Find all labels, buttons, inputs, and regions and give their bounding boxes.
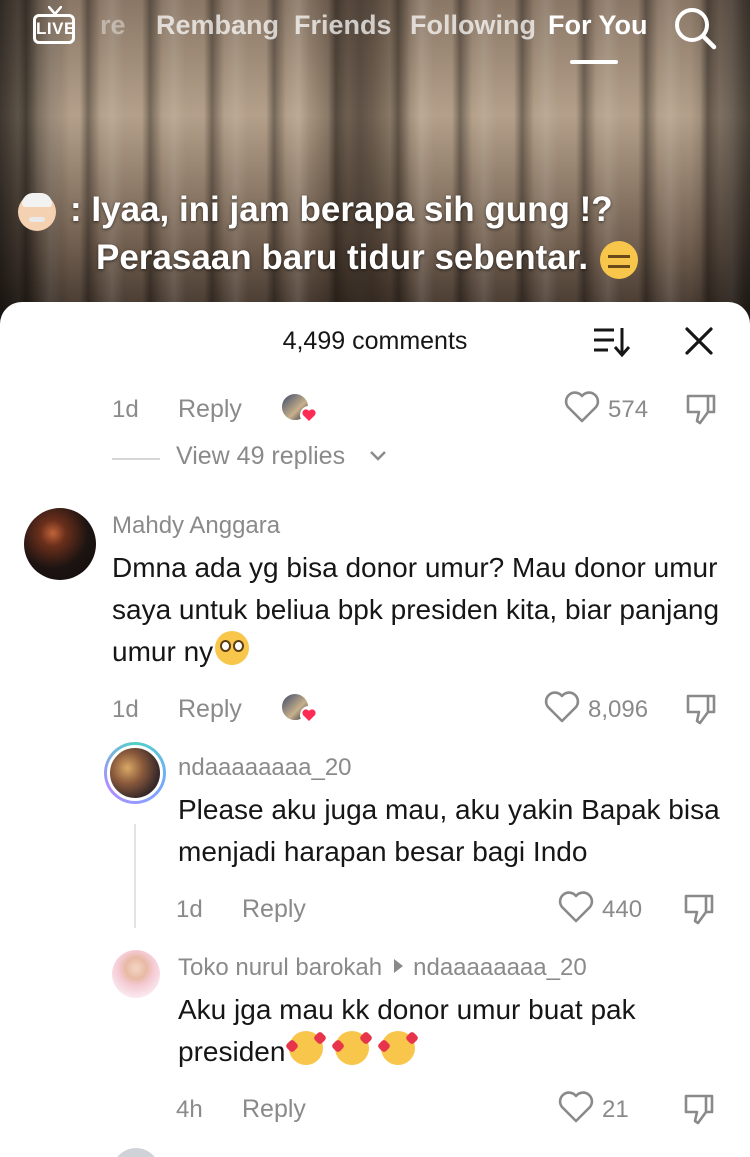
comment-text: Dmna ada yg bisa donor umur? Mau donor u…	[112, 547, 722, 673]
active-tab-indicator	[570, 60, 618, 64]
search-icon[interactable]	[672, 5, 718, 51]
smiling-face-with-hearts-icon	[289, 1031, 324, 1065]
like-count: 440	[602, 896, 643, 923]
avatar[interactable]	[112, 1148, 160, 1157]
dislike-icon[interactable]	[682, 892, 716, 926]
comment-time: 1d	[112, 696, 139, 723]
live-label: LIVE	[36, 19, 76, 38]
like-heart-icon[interactable]	[558, 1090, 594, 1124]
caption-line-1: : Iyaa, ini jam berapa sih gung !?	[18, 190, 613, 231]
caption-text-2: Perasaan baru tidur sebentar.	[96, 238, 589, 277]
creator-liked-badge	[280, 692, 320, 728]
reply-button[interactable]: Reply	[242, 1095, 306, 1124]
top-navigation: LIVE re Rembang Friends Following For Yo…	[0, 0, 750, 70]
comment-text: Please aku juga mau, aku yakin Bapak bis…	[178, 794, 720, 867]
caption-text-1: : Iyaa, ini jam berapa sih gung !?	[70, 190, 613, 229]
close-icon[interactable]	[682, 324, 716, 358]
comment-text-content: Dmna ada yg bisa donor umur? Mau donor u…	[112, 552, 720, 667]
comment-username[interactable]: Toko nurul barokah	[178, 954, 382, 981]
live-icon[interactable]: LIVE	[33, 6, 79, 46]
tab-partial[interactable]: re	[100, 10, 126, 41]
avatar-story-ring[interactable]	[104, 742, 166, 804]
avatar[interactable]	[24, 508, 96, 580]
chevron-down-icon	[370, 451, 386, 461]
comments-count-title: 4,499 comments	[282, 327, 468, 355]
dislike-icon[interactable]	[684, 392, 718, 426]
comment-username[interactable]: Mahdy Anggara	[112, 512, 280, 540]
comment-username[interactable]: ndaaaaaaaa_20	[178, 754, 352, 782]
like-heart-icon[interactable]	[558, 890, 594, 924]
like-count: 21	[602, 1096, 629, 1123]
comment-time: 1d	[176, 896, 203, 923]
tab-for-you[interactable]: For You	[548, 10, 648, 41]
tab-following[interactable]: Following	[410, 10, 536, 41]
comment-time: 1d	[112, 396, 139, 423]
smiling-face-with-hearts-icon	[335, 1031, 370, 1065]
like-count: 574	[608, 396, 649, 423]
divider	[112, 458, 160, 460]
creator-liked-badge	[280, 392, 320, 428]
reply-button[interactable]: Reply	[178, 695, 242, 724]
reply-to-username[interactable]: ndaaaaaaaa_20	[413, 954, 587, 981]
man-emoji-icon	[18, 192, 56, 231]
smiling-face-with-hearts-icon	[380, 1031, 415, 1065]
view-replies-label: View 49 replies	[176, 442, 346, 470]
heart-icon	[300, 706, 318, 724]
dislike-icon[interactable]	[684, 692, 718, 726]
sort-icon[interactable]	[592, 324, 630, 360]
reply-button[interactable]: Reply	[178, 395, 242, 424]
comment-text: Aku jga mau kk donor umur buat pak presi…	[178, 989, 718, 1073]
heart-icon	[300, 406, 318, 424]
like-heart-icon[interactable]	[564, 390, 600, 424]
expressionless-face-icon	[600, 240, 639, 279]
like-heart-icon[interactable]	[544, 690, 580, 724]
tab-friends[interactable]: Friends	[294, 10, 392, 41]
reply-header: Toko nurul barokah ndaaaaaaaa_20	[178, 954, 587, 982]
dislike-icon[interactable]	[682, 1092, 716, 1126]
reply-arrow-icon	[394, 959, 404, 973]
thread-line	[134, 824, 136, 928]
caption-line-2: Perasaan baru tidur sebentar.	[96, 238, 639, 279]
like-count: 8,096	[588, 696, 649, 723]
pleading-face-icon	[215, 631, 250, 665]
comments-sheet: 4,499 comments 1d Reply 574 View 49 repl…	[0, 302, 750, 1157]
comment-time: 4h	[176, 1096, 203, 1123]
avatar	[107, 745, 163, 801]
avatar[interactable]	[112, 950, 160, 998]
tab-rembang[interactable]: Rembang	[156, 10, 279, 41]
reply-button[interactable]: Reply	[242, 895, 306, 924]
